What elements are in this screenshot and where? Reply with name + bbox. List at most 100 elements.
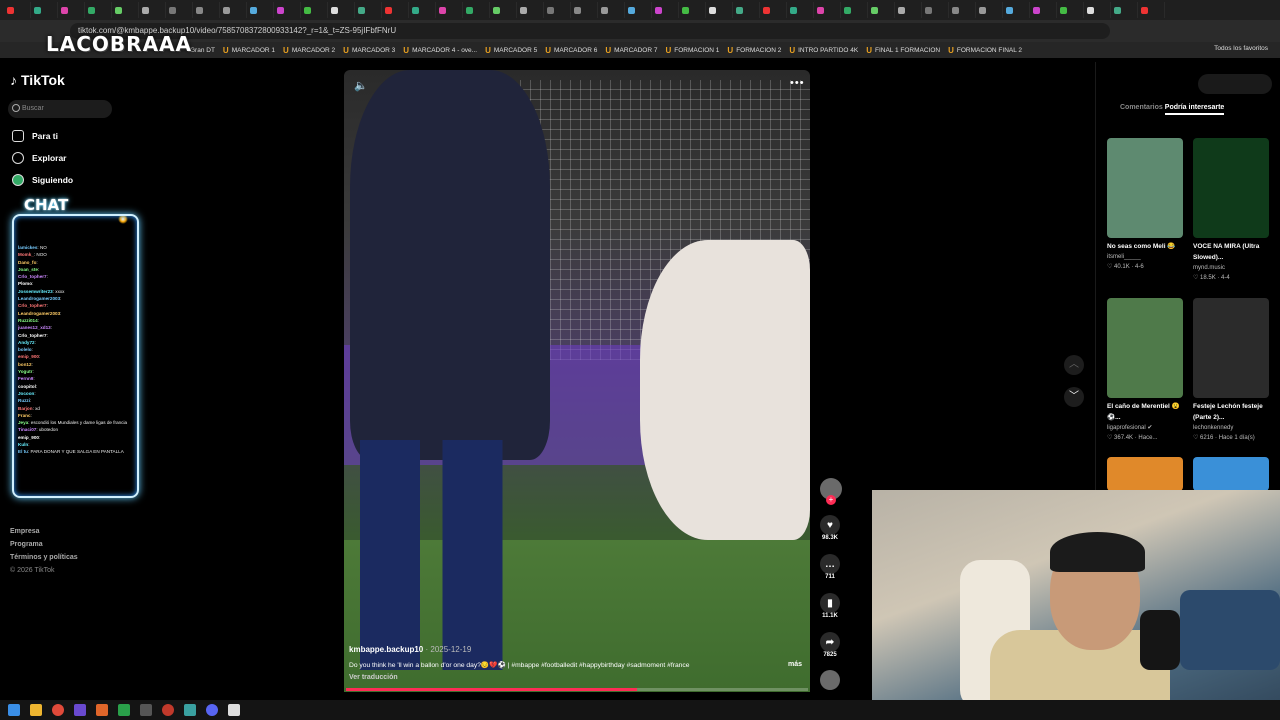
video-thumbnail[interactable] bbox=[1107, 298, 1183, 398]
suggested-video-card[interactable]: No seas como Meli 😂 itsmeli_____ ♡ 40.1K ·… bbox=[1107, 138, 1187, 272]
browser-tab[interactable] bbox=[247, 2, 274, 18]
browser-tab[interactable] bbox=[4, 2, 31, 18]
suggested-video-card[interactable]: El caño de Merentiel 😮 ⚽... ligaprofesion… bbox=[1107, 298, 1187, 443]
app-icon[interactable] bbox=[118, 704, 130, 716]
browser-tab[interactable] bbox=[841, 2, 868, 18]
browser-tab[interactable] bbox=[328, 2, 355, 18]
volume-icon[interactable]: 🔈 bbox=[354, 79, 368, 92]
nav-for-you[interactable]: Para ti bbox=[12, 130, 58, 142]
browser-tab[interactable] bbox=[976, 2, 1003, 18]
browser-tab[interactable] bbox=[193, 2, 220, 18]
bookmark-item[interactable]: U MARCADOR 7 bbox=[605, 46, 657, 55]
tab-suggested[interactable]: Podría interesarte bbox=[1164, 104, 1225, 115]
browser-tab[interactable] bbox=[220, 2, 247, 18]
video-author[interactable]: kmbappe.backup10 · 2025-12-19 bbox=[349, 645, 471, 654]
browser-tab[interactable] bbox=[382, 2, 409, 18]
browser-tab[interactable] bbox=[787, 2, 814, 18]
bookmark-item[interactable]: U MARCADOR 2 bbox=[283, 46, 335, 55]
browser-tab[interactable] bbox=[112, 2, 139, 18]
browser-tab[interactable] bbox=[922, 2, 949, 18]
browser-tab[interactable] bbox=[571, 2, 598, 18]
panel-controls[interactable] bbox=[1198, 74, 1272, 94]
save-action[interactable]: ▮ 11.1K bbox=[818, 593, 842, 619]
browser-tab[interactable] bbox=[949, 2, 976, 18]
start-icon[interactable] bbox=[8, 704, 20, 716]
browser-tab[interactable] bbox=[895, 2, 922, 18]
browser-tab[interactable] bbox=[625, 2, 652, 18]
browser-tab[interactable] bbox=[166, 2, 193, 18]
video-thumbnail[interactable] bbox=[1107, 457, 1183, 491]
card-username[interactable]: lechonkennedy bbox=[1193, 423, 1273, 433]
bookmark-item[interactable]: U MARCADOR 4 - ove... bbox=[403, 46, 477, 55]
follow-plus-icon[interactable]: + bbox=[826, 495, 836, 505]
nav-explore[interactable]: Explorar bbox=[12, 152, 67, 164]
browser-tab[interactable] bbox=[679, 2, 706, 18]
bookmark-item[interactable]: U FORMACION FINAL 2 bbox=[948, 46, 1022, 55]
browser-tab[interactable] bbox=[85, 2, 112, 18]
nav-following[interactable]: Siguiendo bbox=[12, 174, 73, 186]
bookmark-item[interactable]: Gran DT bbox=[190, 47, 215, 54]
app-icon[interactable] bbox=[184, 704, 196, 716]
app-icon[interactable] bbox=[140, 704, 152, 716]
browser-tab[interactable] bbox=[544, 2, 571, 18]
card-username[interactable]: itsmeli_____ bbox=[1107, 252, 1187, 262]
browser-tab[interactable] bbox=[1084, 2, 1111, 18]
browser-tab[interactable] bbox=[760, 2, 787, 18]
search-input[interactable]: Buscar bbox=[8, 100, 112, 118]
suggested-video-card[interactable] bbox=[1193, 457, 1273, 491]
caption-more-button[interactable]: más bbox=[788, 661, 802, 668]
author-name[interactable]: kmbappe.backup10 bbox=[349, 645, 423, 654]
previous-video-button[interactable]: ︿ bbox=[1064, 355, 1084, 375]
browser-tab[interactable] bbox=[868, 2, 895, 18]
bookmark-icon[interactable]: ▮ bbox=[820, 593, 840, 613]
browser-tab[interactable] bbox=[355, 2, 382, 18]
app-icon[interactable] bbox=[74, 704, 86, 716]
browser-tab[interactable] bbox=[706, 2, 733, 18]
suggested-video-card[interactable] bbox=[1107, 457, 1187, 491]
tab-comments[interactable]: Comentarios bbox=[1120, 104, 1163, 115]
video-progress-bar[interactable] bbox=[346, 688, 808, 691]
bookmark-item[interactable]: U INTRO PARTIDO 4K bbox=[789, 46, 858, 55]
browser-tab[interactable] bbox=[1111, 2, 1138, 18]
browser-tab[interactable] bbox=[31, 2, 58, 18]
translate-link[interactable]: Ver traducción bbox=[349, 674, 398, 681]
heart-icon[interactable]: ♥ bbox=[820, 515, 840, 535]
share-action[interactable]: ➦ 7825 bbox=[818, 632, 842, 658]
browser-tab[interactable] bbox=[274, 2, 301, 18]
browser-tab[interactable] bbox=[490, 2, 517, 18]
tiktok-logo[interactable]: ♪ TikTok bbox=[10, 72, 65, 88]
video-thumbnail[interactable] bbox=[1193, 298, 1269, 398]
browser-tab[interactable] bbox=[301, 2, 328, 18]
card-username[interactable]: ligaprofesional ✔ bbox=[1107, 423, 1187, 433]
app-icon[interactable] bbox=[228, 704, 240, 716]
all-favorites-link[interactable]: Todos los favoritos bbox=[1214, 45, 1268, 52]
footer-terms-link[interactable]: Términos y políticas bbox=[10, 554, 78, 561]
comment-icon[interactable]: … bbox=[820, 554, 840, 574]
browser-tab[interactable] bbox=[598, 2, 625, 18]
bookmark-item[interactable]: U MARCADOR 6 bbox=[545, 46, 597, 55]
browser-tab[interactable] bbox=[58, 2, 85, 18]
video-thumbnail[interactable] bbox=[1193, 138, 1269, 238]
video-thumbnail[interactable] bbox=[1193, 457, 1269, 491]
suggested-video-card[interactable]: Festeje Lechón festeje (Parte 2)... lecho… bbox=[1193, 298, 1273, 443]
file-explorer-icon[interactable] bbox=[30, 704, 42, 716]
bookmark-item[interactable]: U FORMACION 2 bbox=[727, 46, 781, 55]
browser-tab[interactable] bbox=[1057, 2, 1084, 18]
bookmark-item[interactable]: U MARCADOR 5 bbox=[485, 46, 537, 55]
chrome-icon[interactable] bbox=[52, 704, 64, 716]
app-icon[interactable] bbox=[96, 704, 108, 716]
browser-tab[interactable] bbox=[1138, 2, 1165, 18]
footer-program-link[interactable]: Programa bbox=[10, 541, 43, 548]
sound-avatar[interactable] bbox=[820, 670, 840, 690]
footer-company-link[interactable]: Empresa bbox=[10, 528, 40, 535]
next-video-button[interactable]: ﹀ bbox=[1064, 387, 1084, 407]
suggested-video-card[interactable]: VOCE NA MIRA (Ultra Slowed)... mynd.music… bbox=[1193, 138, 1273, 283]
like-action[interactable]: ♥ 98.3K bbox=[818, 515, 842, 541]
browser-tab[interactable] bbox=[733, 2, 760, 18]
bookmark-item[interactable]: U MARCADOR 3 bbox=[343, 46, 395, 55]
share-icon[interactable]: ➦ bbox=[820, 632, 840, 652]
browser-tab[interactable] bbox=[517, 2, 544, 18]
address-bar[interactable]: tiktok.com/@kmbappe.backup10/video/75857… bbox=[70, 23, 1110, 39]
card-username[interactable]: mynd.music bbox=[1193, 263, 1273, 273]
browser-tab[interactable] bbox=[652, 2, 679, 18]
